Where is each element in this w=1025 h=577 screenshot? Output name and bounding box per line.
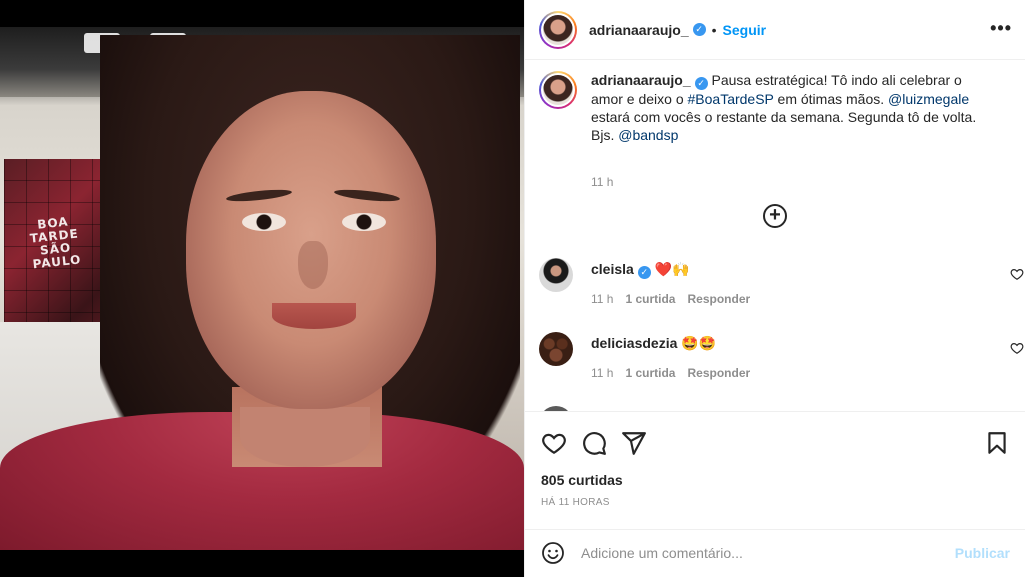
mention-link[interactable]: @bandsp <box>618 127 678 143</box>
likes-count[interactable]: 805 curtidas <box>541 472 623 488</box>
comment-likes[interactable]: 1 curtida <box>625 366 675 380</box>
right-eye <box>342 213 386 231</box>
commenter-username[interactable]: deliciasdezia <box>591 335 677 351</box>
caption-avatar[interactable] <box>539 71 577 109</box>
studio-screen-logo: BOA TARDE SÃO PAULO <box>29 214 82 272</box>
mouth <box>272 303 356 329</box>
post-media: BOA TARDE SÃO PAULO <box>0 0 524 577</box>
publish-button[interactable]: Publicar <box>955 545 1010 561</box>
post-actions: 805 curtidas HÁ 11 HORAS <box>525 411 1025 529</box>
like-heart-icon[interactable] <box>541 430 567 456</box>
caption-text: adrianaaraujo_ ✓ Pausa estratégica! Tô in… <box>591 72 977 143</box>
comment-text: ❤️🙌 <box>654 261 690 277</box>
mention-link[interactable]: @luizmegale <box>888 91 969 107</box>
comments-list[interactable]: adrianaaraujo_ ✓ Pausa estratégica! Tô in… <box>525 61 1025 411</box>
reply-button[interactable]: Responder <box>687 366 750 380</box>
separator-dot: • <box>711 21 717 38</box>
comment-text: 🤩🤩 <box>681 335 717 351</box>
verified-badge-icon: ✓ <box>694 77 708 90</box>
share-send-icon[interactable] <box>621 430 647 456</box>
woman-face <box>186 91 436 409</box>
load-more-comments-icon[interactable]: + <box>763 204 787 228</box>
avatar-image <box>543 14 573 45</box>
post-timestamp: HÁ 11 HORAS <box>541 497 610 508</box>
left-eyebrow <box>225 187 293 204</box>
comment-timestamp: 11 h <box>591 292 614 306</box>
comment-timestamp: 11 h <box>591 366 614 380</box>
comment-input[interactable] <box>581 542 941 564</box>
neckline <box>240 407 370 467</box>
follow-button[interactable]: Seguir <box>723 22 767 38</box>
nose <box>298 241 328 289</box>
comment-bubble-icon[interactable] <box>581 430 607 456</box>
comment-likes[interactable]: 1 curtida <box>625 292 675 306</box>
add-comment-bar: Publicar <box>525 529 1025 577</box>
post-photo[interactable]: BOA TARDE SÃO PAULO <box>0 27 524 550</box>
author-username[interactable]: adrianaaraujo_ <box>589 22 689 38</box>
caption-timestamp: 11 h <box>591 175 614 189</box>
comment-like-heart-icon[interactable] <box>1010 267 1024 281</box>
emoji-smiley-icon[interactable] <box>541 541 565 565</box>
right-eyebrow <box>333 187 401 204</box>
commenter-avatar[interactable] <box>539 332 573 366</box>
caption-username[interactable]: adrianaaraujo_ <box>591 72 691 88</box>
instagram-post-modal: BOA TARDE SÃO PAULO adrianaaraujo_ ✓ • S… <box>0 0 1025 577</box>
comment-like-heart-icon[interactable] <box>1010 341 1024 355</box>
commenter-username[interactable]: cleisla <box>591 261 634 277</box>
commenter-avatar[interactable] <box>539 258 573 292</box>
reply-button[interactable]: Responder <box>687 292 750 306</box>
verified-badge-icon: ✓ <box>637 266 651 279</box>
post-sidebar: adrianaaraujo_ ✓ • Seguir ••• adrianaara… <box>524 0 1025 577</box>
post-caption: adrianaaraujo_ ✓ Pausa estratégica! Tô in… <box>539 71 1009 189</box>
left-eye <box>242 213 286 231</box>
more-options-icon[interactable]: ••• <box>990 18 1012 39</box>
hashtag-link[interactable]: #BoaTardeSP <box>688 91 774 107</box>
save-bookmark-icon[interactable] <box>984 430 1010 456</box>
avatar[interactable] <box>539 10 577 49</box>
verified-badge-icon: ✓ <box>692 23 706 36</box>
post-header: adrianaaraujo_ ✓ • Seguir ••• <box>525 0 1025 60</box>
